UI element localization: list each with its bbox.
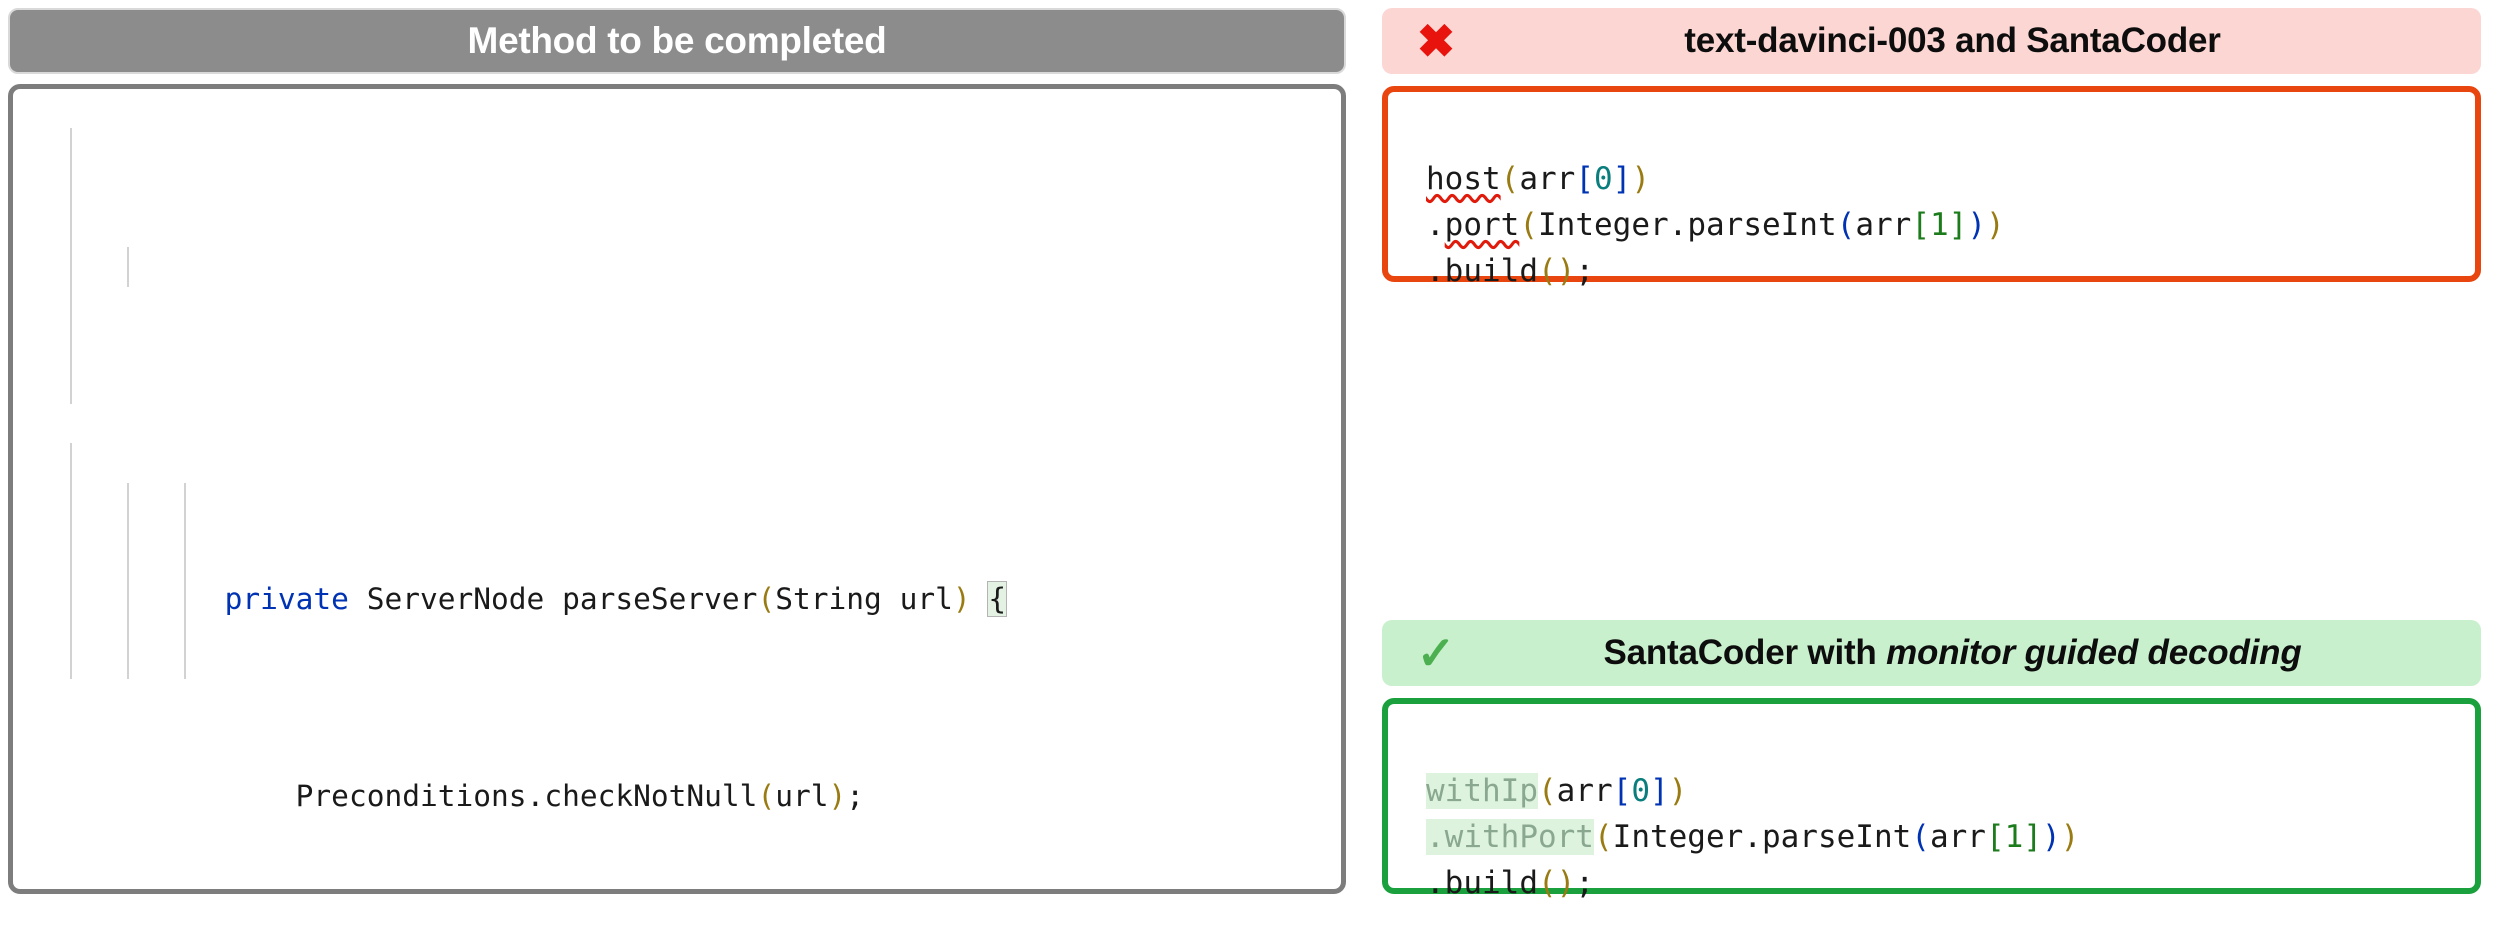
token-index-0: 0 — [1594, 161, 1613, 197]
right-panel: ✖ text-davinci-003 and SantaCoder host(a… — [1360, 0, 2493, 904]
token-index-1: 1 — [1929, 207, 1949, 243]
token-build-good: build — [1444, 865, 1538, 901]
token-withport-highlighted: .withPort — [1426, 819, 1594, 855]
code-area: private ServerNode parseServer(String ur… — [13, 89, 1341, 889]
banner-title-mgd: SantaCoder with monitor guided decoding — [1472, 633, 2463, 673]
token-index-0-good: 0 — [1631, 773, 1650, 809]
token-port-error: port — [1444, 207, 1520, 243]
token-integer: Integer — [1538, 207, 1669, 243]
figure-root: Method to be completed private ServerNod… — [0, 0, 2493, 904]
indent-guide-2 — [127, 247, 129, 287]
token-arr-1-good: arr — [1929, 819, 1986, 855]
banner-title-baseline: text-davinci-003 and SantaCoder — [1684, 21, 2221, 60]
token-paren-close: ) — [952, 581, 971, 616]
code-editor[interactable]: private ServerNode parseServer(String ur… — [8, 84, 1346, 894]
page-title: Method to be completed — [467, 20, 887, 61]
banner-title-mgd-italic: monitor guided decoding — [1886, 633, 2302, 672]
token-parseint: parseInt — [1687, 207, 1837, 243]
left-panel: Method to be completed private ServerNod… — [0, 0, 1360, 904]
token-withip-highlighted: withIp — [1426, 773, 1538, 809]
token-keyword-private: private — [224, 581, 349, 616]
token-arr-0-good: arr — [1556, 773, 1613, 809]
token-param-url: url — [899, 581, 953, 616]
token-arr-0: arr — [1519, 161, 1576, 197]
token-arg-url: url — [775, 778, 829, 813]
code-snippet-mgd: withIp(arr[0]) .withPort(Integer.parseIn… — [1382, 698, 2481, 901]
panel-gap — [1382, 282, 2481, 620]
code-line-2: Preconditions.checkNotNull(url); — [295, 778, 865, 813]
code-line-1: private ServerNode parseServer(String ur… — [13, 540, 1341, 617]
token-type-servernode: ServerNode — [366, 581, 545, 616]
token-paren-open: ( — [757, 581, 776, 616]
left-panel-header: Method to be completed — [8, 8, 1346, 74]
red-x-mark-icon: ✖ — [1416, 15, 1456, 67]
indent-guide-1 — [70, 128, 72, 404]
banner-baseline-models: ✖ text-davinci-003 and SantaCoder — [1382, 8, 2481, 74]
token-type-string: String — [775, 581, 882, 616]
token-checknotnull: checkNotNull — [544, 778, 758, 813]
token-arr-1: arr — [1855, 207, 1912, 243]
token-integer-good: Integer — [1612, 819, 1744, 855]
token-preconditions: Preconditions — [295, 778, 527, 813]
token-host-error: host — [1426, 161, 1501, 197]
token-index-1-good: 1 — [2004, 819, 2024, 855]
token-parseint-good: parseInt — [1761, 819, 1912, 855]
token-method-parseserver: parseServer — [562, 581, 758, 616]
token-brace-open-highlighted: { — [987, 580, 1008, 617]
green-check-mark-icon: ✓ — [1416, 627, 1456, 679]
code-snippet-baseline: host(arr[0]) .port(Integer.parseInt(arr[… — [1382, 86, 2481, 289]
banner-mgd-model: ✓ SantaCoder with monitor guided decodin… — [1382, 620, 2481, 686]
banner-title-mgd-plain: SantaCoder with — [1603, 633, 1887, 672]
